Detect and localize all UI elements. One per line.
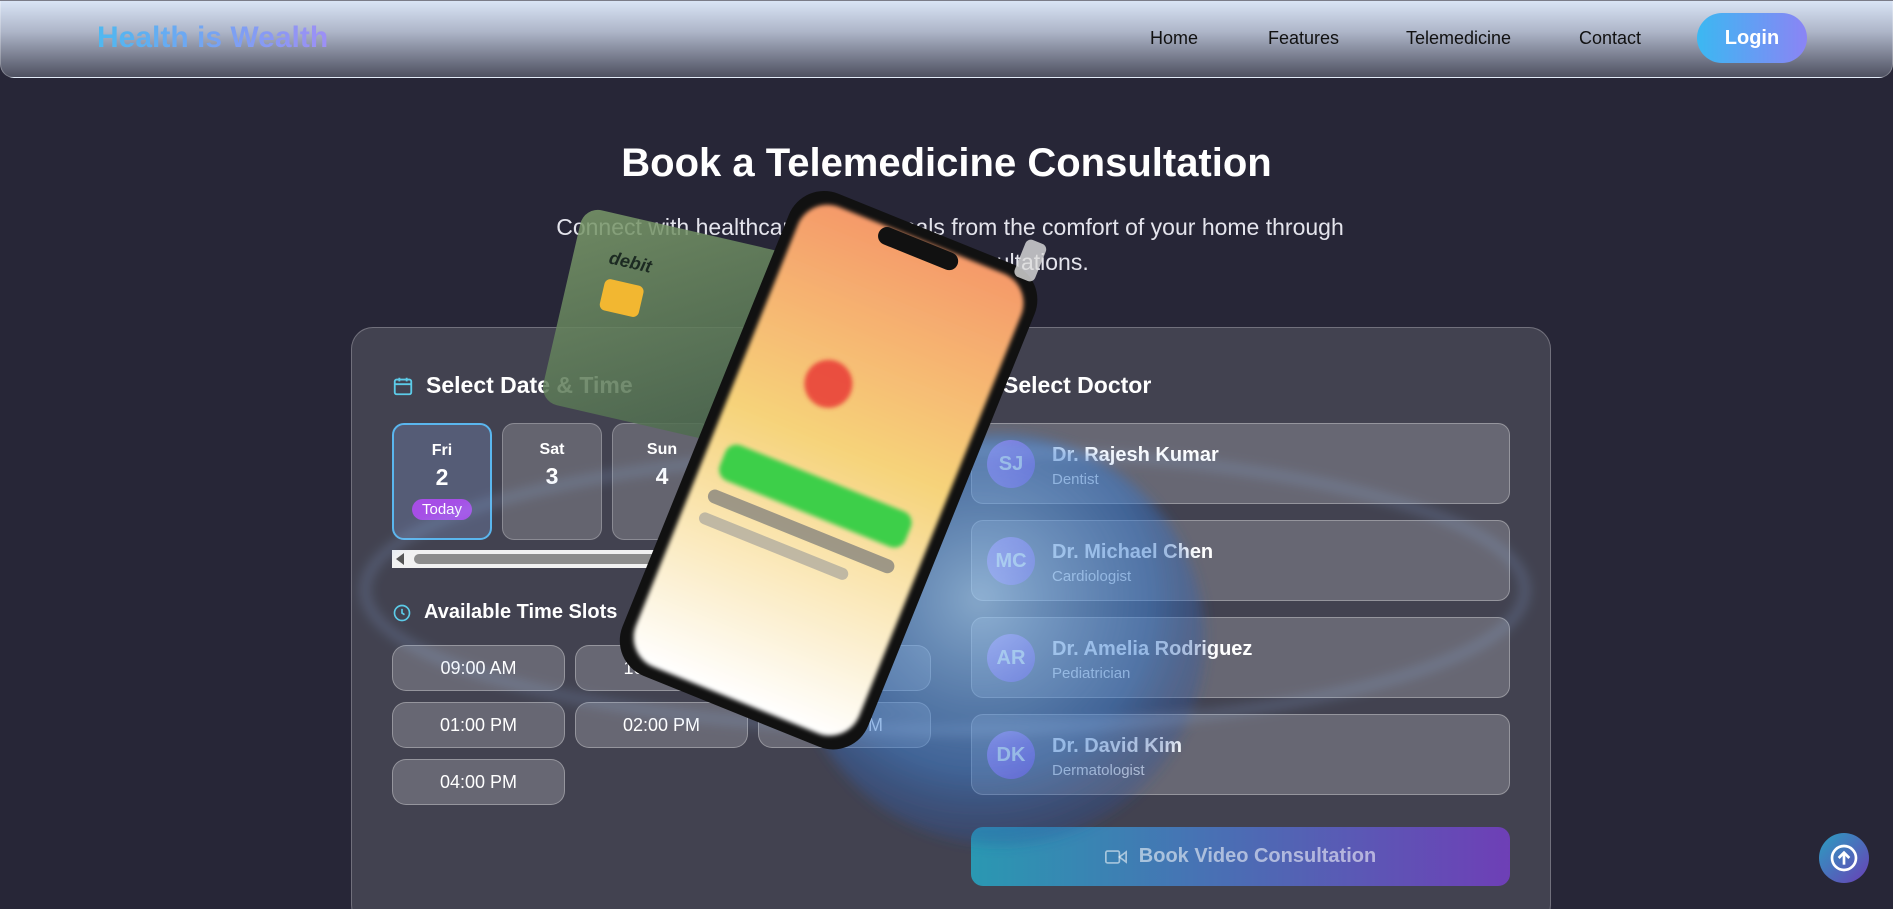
doctor-section-heading: Select Doctor: [971, 372, 1151, 399]
date-day: Fri: [431, 442, 453, 459]
date-day: Sat: [539, 441, 565, 458]
video-camera-icon: [1104, 849, 1127, 864]
nav-link-telemedicine[interactable]: Telemedicine: [1406, 28, 1511, 49]
doctor-card-amelia-rodriguez[interactable]: AR Dr. Amelia Rodriguez Pediatrician: [971, 617, 1510, 698]
date-number: 3: [545, 463, 559, 489]
doctor-card-michael-chen[interactable]: MC Dr. Michael Chen Cardiologist: [971, 520, 1510, 601]
date-number: 4: [655, 463, 669, 489]
slots-heading: Available Time Slots: [392, 601, 617, 624]
doctor-card-rajesh-kumar[interactable]: SJ Dr. Rajesh Kumar Dentist: [971, 423, 1510, 504]
doctor-specialty: Dentist: [1052, 471, 1099, 488]
date-tile-sun[interactable]: Sun 4: [612, 423, 712, 540]
page-title: Book a Telemedicine Consultation: [621, 141, 1272, 185]
login-button[interactable]: Login: [1697, 13, 1807, 63]
doctor-card-david-kim[interactable]: DK Dr. David Kim Dermatologist: [971, 714, 1510, 795]
scrollbar-thumb[interactable]: [414, 554, 764, 564]
doctor-specialty: Pediatrician: [1052, 665, 1131, 682]
time-slot-1600[interactable]: 04:00 PM: [392, 759, 565, 805]
doctor-specialty: Dermatologist: [1052, 762, 1145, 779]
nav-link-contact[interactable]: Contact: [1579, 28, 1641, 49]
scroll-to-top-button[interactable]: [1819, 833, 1869, 883]
calendar-icon: [393, 377, 413, 395]
scroll-right-arrow-icon[interactable]: [918, 553, 926, 565]
nav-link-home[interactable]: Home: [1150, 28, 1198, 49]
scroll-left-arrow-icon[interactable]: [396, 553, 404, 565]
time-slot-1400[interactable]: 02:00 PM: [575, 702, 748, 748]
avatar: AR: [987, 634, 1035, 682]
date-tile-tue[interactable]: T: [831, 423, 930, 540]
book-button-label: Book Video Consultation: [1138, 845, 1377, 867]
slots-title: Available Time Slots: [424, 601, 618, 623]
doctor-name: Dr. David Kim: [1052, 735, 1183, 757]
doctor-name: Dr. Amelia Rodriguez: [1052, 638, 1253, 660]
avatar: DK: [987, 731, 1035, 779]
page-subtitle: Connect with healthcare professionals fr…: [556, 214, 1344, 275]
brand-logo[interactable]: Health is Wealth: [97, 21, 328, 55]
doctor-specialty: Cardiologist: [1052, 568, 1132, 585]
date-number: 2: [435, 464, 449, 490]
avatar: MC: [987, 537, 1035, 585]
date-day: T: [875, 441, 886, 458]
avatar: SJ: [987, 440, 1035, 488]
doctor-section-title: Select Doctor: [1003, 372, 1152, 398]
book-video-consultation-button[interactable]: Book Video Consultation: [971, 827, 1510, 886]
time-slot-1100[interactable]: 11:00 AM: [758, 645, 931, 691]
time-slot-1000[interactable]: 10:00 AM: [575, 645, 748, 691]
nav-link-features[interactable]: Features: [1268, 28, 1339, 49]
date-section-heading: Select Date & Time: [392, 372, 633, 399]
time-slot-1300[interactable]: 01:00 PM: [392, 702, 565, 748]
time-slot-1500[interactable]: 03:00 PM: [758, 702, 931, 748]
date-tile-mon[interactable]: Mon: [721, 423, 821, 540]
date-tile-fri[interactable]: Fri 2 Today: [392, 423, 492, 540]
date-tile-sat[interactable]: Sat 3: [502, 423, 602, 540]
date-day: Mon: [754, 441, 788, 458]
today-badge: Today: [411, 499, 473, 520]
arrow-up-circle-icon: [1830, 844, 1858, 872]
date-scrollbar[interactable]: [392, 550, 930, 568]
date-section-title: Select Date & Time: [426, 372, 633, 398]
doctor-name: Dr. Rajesh Kumar: [1052, 444, 1219, 466]
navbar: Health is Wealth Home Features Telemedic…: [0, 0, 1893, 78]
time-slot-0900[interactable]: 09:00 AM: [392, 645, 565, 691]
date-day: Sun: [646, 441, 678, 458]
doctor-name: Dr. Michael Chen: [1052, 541, 1214, 563]
user-icon: [973, 378, 989, 394]
clock-icon: [393, 604, 411, 621]
